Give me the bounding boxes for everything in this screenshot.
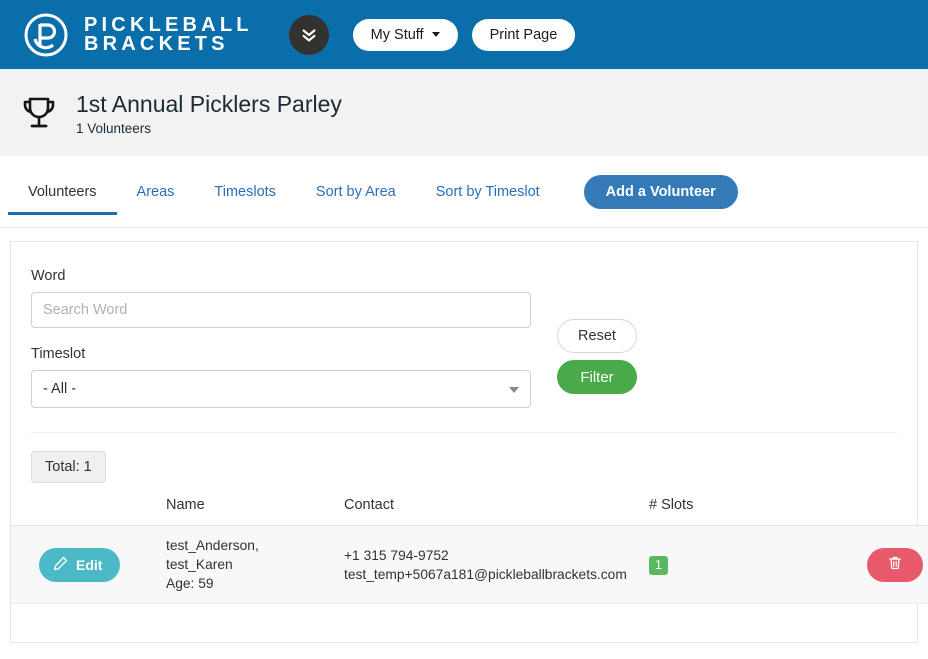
volunteer-first-name: test_Karen (166, 557, 233, 572)
table-header-row: Name Contact # Slots (11, 497, 928, 526)
my-stuff-dropdown-button[interactable]: My Stuff (352, 18, 458, 51)
event-title-band: 1st Annual Picklers Parley 1 Volunteers (0, 70, 928, 156)
volunteers-panel: Word Timeslot - All - Reset Filter Total… (10, 241, 928, 643)
row-delete-cell (849, 525, 928, 604)
volunteer-count-label: 1 Volunteers (76, 120, 152, 136)
column-header-slots: # Slots (649, 497, 849, 526)
slots-count-badge: 1 (649, 555, 668, 575)
volunteer-email: test_temp+5067a181@pickleballbrackets.co… (344, 566, 627, 582)
print-page-label: Print Page (489, 26, 558, 43)
row-actions-cell: Edit (11, 525, 166, 604)
search-word-input[interactable] (31, 292, 531, 328)
tab-sort-by-area[interactable]: Sort by Area (296, 169, 416, 215)
word-field-label: Word (31, 268, 66, 284)
brand-wordmark: PICKLEBALL BRACKETS (84, 13, 253, 55)
column-header-name: Name (166, 497, 344, 526)
pickleball-brackets-logo-icon (22, 11, 70, 59)
column-header-delete (849, 497, 928, 526)
my-stuff-label: My Stuff (370, 26, 424, 43)
chevron-down-icon (431, 32, 440, 37)
tab-sort-by-timeslot[interactable]: Sort by Timeslot (416, 169, 560, 215)
table-row: Edit test_Anderson, test_Karen Age: 59 +… (11, 525, 928, 604)
top-header-bar: PICKLEBALL BRACKETS My Stuff Print Page (0, 0, 928, 70)
add-volunteer-button[interactable]: Add a Volunteer (583, 174, 738, 209)
brand-line-1: PICKLEBALL (84, 13, 253, 36)
column-header-actions (11, 497, 166, 526)
volunteers-table: Name Contact # Slots Edit test_Anderson,… (11, 497, 928, 604)
double-chevron-down-icon (300, 26, 318, 44)
timeslot-select[interactable]: - All - (31, 370, 531, 408)
tab-volunteers[interactable]: Volunteers (8, 169, 117, 215)
edit-volunteer-button[interactable]: Edit (39, 547, 121, 582)
trophy-icon (18, 92, 60, 134)
filter-button[interactable]: Filter (557, 360, 637, 394)
tab-timeslots[interactable]: Timeslots (194, 169, 296, 215)
total-count-badge: Total: 1 (31, 451, 106, 483)
section-tabs: Volunteers Areas Timeslots Sort by Area … (0, 156, 928, 228)
volunteer-phone: +1 315 794-9752 (344, 547, 449, 563)
pencil-icon (53, 556, 68, 574)
volunteer-last-name: test_Anderson, (166, 538, 259, 553)
volunteer-name-cell: test_Anderson, test_Karen Age: 59 (166, 525, 344, 604)
volunteer-contact-cell: +1 315 794-9752 test_temp+5067a181@pickl… (344, 525, 649, 604)
print-page-button[interactable]: Print Page (471, 18, 576, 51)
trash-icon (887, 555, 903, 574)
filter-divider (31, 432, 897, 433)
edit-button-label: Edit (76, 556, 103, 573)
tab-areas[interactable]: Areas (117, 169, 195, 215)
volunteer-age: Age: 59 (166, 576, 214, 591)
delete-volunteer-button[interactable] (867, 547, 923, 582)
reset-button[interactable]: Reset (557, 319, 637, 353)
brand-logo[interactable]: PICKLEBALL BRACKETS (22, 11, 253, 59)
timeslot-field-label: Timeslot (31, 346, 86, 362)
brand-line-2: BRACKETS (84, 32, 229, 55)
page-title: 1st Annual Picklers Parley (76, 90, 342, 117)
volunteer-slots-cell: 1 (649, 525, 849, 604)
expand-menu-button[interactable] (288, 14, 329, 55)
column-header-contact: Contact (344, 497, 649, 526)
filter-form: Word Timeslot - All - Reset Filter (11, 242, 917, 408)
